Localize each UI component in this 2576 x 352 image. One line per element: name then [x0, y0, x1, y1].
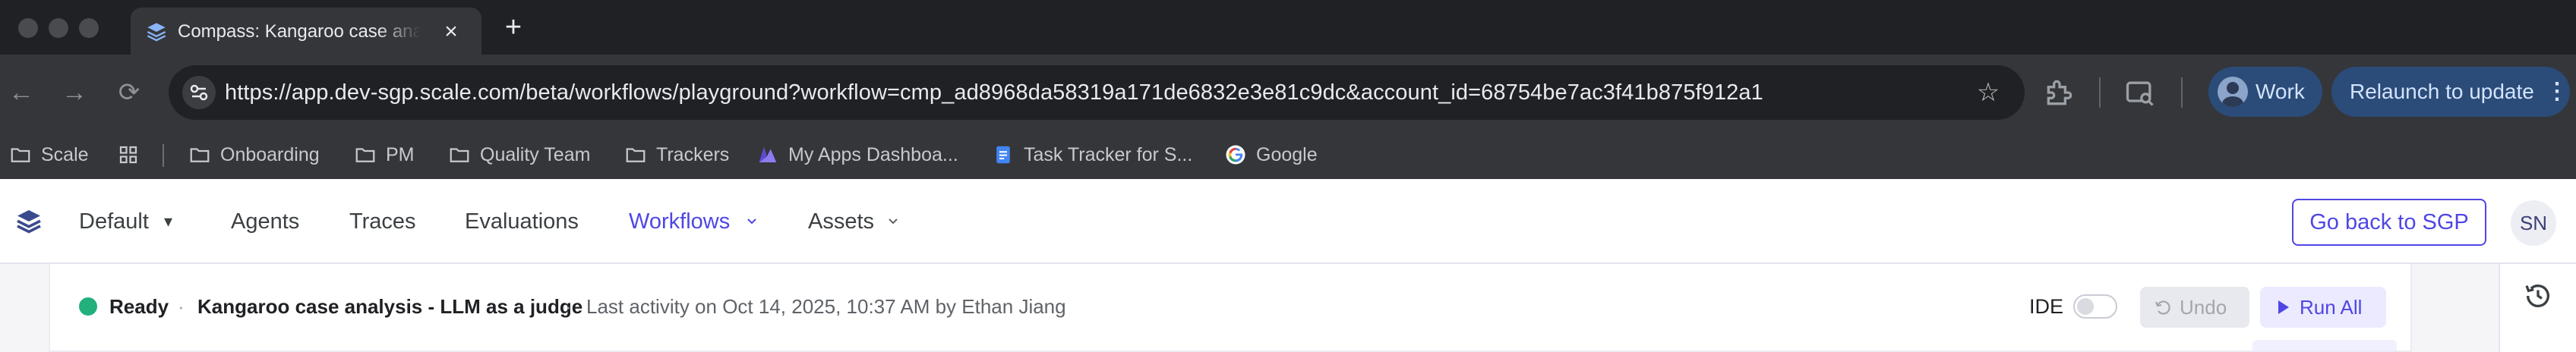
reload-icon[interactable]: ⟳ [114, 77, 144, 108]
nav-workflows[interactable]: Workflows [629, 206, 766, 237]
window-zoom-control[interactable] [79, 18, 99, 38]
bookmark-label: PM [386, 143, 415, 165]
play-icon [2278, 300, 2289, 314]
browser-tab-bar: Compass: Kangaroo case analysis - LLM as… [0, 0, 2576, 55]
folder-icon [450, 148, 469, 162]
forward-arrow-icon[interactable]: → [59, 77, 90, 108]
bookmark-scale[interactable]: Scale [9, 140, 89, 170]
toolbar-divider [2099, 77, 2101, 108]
google-icon [1226, 145, 1245, 165]
apps-grid-icon [119, 146, 137, 164]
ide-toggle-label: IDE [2029, 295, 2064, 318]
url-text[interactable]: https://app.dev-sgp.scale.com/beta/workf… [225, 77, 1763, 108]
nav-workflows-label: Workflows [629, 209, 731, 234]
folder-icon [11, 148, 30, 162]
run-all-label: Run All [2300, 296, 2363, 319]
ide-toggle[interactable] [2073, 294, 2117, 319]
extensions-puzzle-icon[interactable] [2043, 76, 2076, 109]
bookmark-label: Google [1256, 143, 1318, 165]
browser-menu-icon[interactable]: ⋮ [2546, 77, 2568, 107]
bookmark-onboarding[interactable]: Onboarding [188, 140, 320, 170]
bookmarks-bar: Scale Onboarding PM Quality Team Tracker… [0, 130, 2576, 179]
status-state: Ready [109, 295, 169, 318]
browser-toolbar: ← → ⟳ https://app.dev-sgp.scale.com/beta… [0, 55, 2576, 130]
nav-assets[interactable]: Assets [808, 206, 907, 237]
bookmark-quality-team[interactable]: Quality Team [448, 140, 590, 170]
profile-avatar [2218, 77, 2248, 107]
app-top-nav: Default ▾ Agents Traces Evaluations Work… [0, 179, 2576, 264]
bookmark-label: Task Tracker for S... [1024, 143, 1193, 165]
history-icon[interactable] [2523, 281, 2553, 311]
run-button-underlay [2252, 340, 2397, 352]
bookmark-label: My Apps Dashboa... [788, 143, 958, 165]
folder-icon [190, 148, 210, 162]
nav-evaluations[interactable]: Evaluations [465, 206, 579, 237]
bookmark-pm[interactable]: PM [354, 140, 415, 170]
chevron-down-icon [747, 218, 756, 225]
go-back-to-sgp-button[interactable]: Go back to SGP [2292, 199, 2486, 246]
bookmark-my-apps-dashboard[interactable]: My Apps Dashboa... [756, 140, 958, 170]
nav-agents[interactable]: Agents [231, 206, 299, 237]
tab-title: Compass: Kangaroo case analysis - LLM as… [178, 21, 421, 42]
relaunch-label: Relaunch to update [2350, 80, 2534, 103]
bookmark-star-icon[interactable]: ☆ [1971, 76, 2005, 109]
folder-icon [626, 148, 646, 162]
bookmark-label: Quality Team [480, 143, 591, 165]
address-bar[interactable]: https://app.dev-sgp.scale.com/beta/workf… [169, 65, 2025, 120]
folder-icon [355, 148, 375, 162]
bookmark-apps[interactable] [117, 140, 149, 170]
workspace-label: Default [79, 209, 149, 234]
bookmark-label: Onboarding [220, 143, 320, 165]
bookmark-task-tracker[interactable]: Task Tracker for S... [992, 140, 1192, 170]
workspace-default-dropdown[interactable]: Default ▾ [79, 206, 185, 237]
site-settings-icon[interactable] [182, 76, 216, 109]
workflow-status-bar: Ready · Kangaroo case analysis - LLM as … [49, 264, 2412, 352]
bookmark-google[interactable]: Google [1224, 140, 1318, 170]
undo-icon [2155, 300, 2170, 315]
new-tab-icon[interactable]: + [498, 12, 529, 42]
window-close-control[interactable] [18, 18, 38, 38]
bookmark-trackers[interactable]: Trackers [624, 140, 729, 170]
undo-button[interactable]: Undo [2140, 287, 2249, 328]
app-logo-icon[interactable] [15, 208, 43, 235]
chevron-down-icon [889, 218, 898, 225]
separator-dot: · [178, 295, 185, 318]
tab-close-icon[interactable]: × [437, 18, 465, 46]
bookmark-label: Scale [41, 143, 89, 165]
profile-label: Work [2256, 80, 2305, 103]
docs-icon [996, 146, 1010, 164]
bookmark-label: Trackers [656, 143, 730, 165]
nav-assets-label: Assets [808, 209, 875, 234]
ide-toggle-knob [2077, 298, 2094, 315]
window-minimize-control[interactable] [49, 18, 68, 38]
nav-traces[interactable]: Traces [349, 206, 416, 237]
run-all-button[interactable]: Run All [2260, 287, 2386, 328]
caret-down-icon: ▾ [164, 212, 173, 231]
relaunch-update-button[interactable]: Relaunch to update ⋮ [2331, 67, 2570, 117]
bookmarks-divider [163, 144, 164, 167]
browser-tab-active[interactable]: Compass: Kangaroo case analysis - LLM as… [131, 8, 481, 55]
undo-label: Undo [2180, 296, 2227, 319]
layers-favicon-icon [147, 23, 166, 42]
right-side-rail [2499, 264, 2576, 352]
separator-dot: · [565, 295, 572, 318]
app-icon [759, 147, 777, 162]
tab-search-icon[interactable] [2123, 76, 2157, 109]
profile-chip[interactable]: Work [2208, 67, 2322, 117]
back-arrow-icon[interactable]: ← [6, 77, 36, 108]
workflow-name: Kangaroo case analysis - LLM as a judge [197, 295, 583, 318]
toolbar-divider [2181, 77, 2183, 108]
user-avatar[interactable]: SN [2511, 200, 2556, 246]
last-activity-text: Last activity on Oct 14, 2025, 10:37 AM … [586, 295, 1066, 318]
status-ready-dot [79, 297, 97, 316]
